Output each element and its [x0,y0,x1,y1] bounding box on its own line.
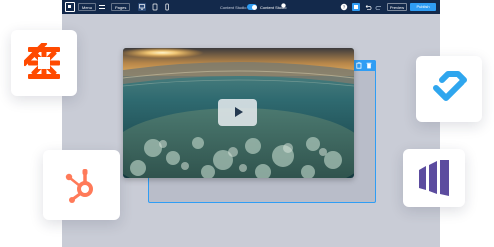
linked-logo [433,71,467,101]
undo-icon[interactable] [364,3,372,11]
publish-label: Publish [416,4,430,9]
linked-card [416,56,482,122]
editor-toolbar: Menu Pages Content Studio Content Studio… [62,0,440,14]
preview-button[interactable]: Preview [387,3,407,11]
help-icon[interactable]: ? [340,3,348,11]
settings-icon[interactable] [352,3,360,11]
module-actions [352,60,376,71]
desktop-icon[interactable] [138,3,146,11]
site-logo-icon[interactable] [65,2,75,12]
video-player[interactable] [123,48,354,178]
zapier-card [11,30,77,96]
copy-icon[interactable] [356,62,362,69]
hubspot-card [43,150,120,220]
publish-button[interactable]: Publish [410,3,436,11]
menu-label: Menu [82,5,93,10]
play-button[interactable] [218,99,257,126]
pages-label: Pages [115,5,127,10]
mode-toggle[interactable] [247,4,257,10]
marketo-card [403,149,465,207]
info-icon[interactable] [281,3,286,8]
redo-icon[interactable] [375,3,383,11]
zapier-logo [24,43,60,79]
delete-icon[interactable] [366,62,372,69]
tablet-icon[interactable] [151,3,159,11]
layers-icon[interactable] [98,3,106,11]
marketo-logo [419,160,449,196]
hubspot-logo [65,169,93,203]
mode-label-left: Content Studio [220,4,247,10]
pages-button[interactable]: Pages [111,3,131,11]
menu-button[interactable]: Menu [78,3,97,11]
preview-label: Preview [389,5,405,10]
mobile-icon[interactable] [163,3,171,11]
